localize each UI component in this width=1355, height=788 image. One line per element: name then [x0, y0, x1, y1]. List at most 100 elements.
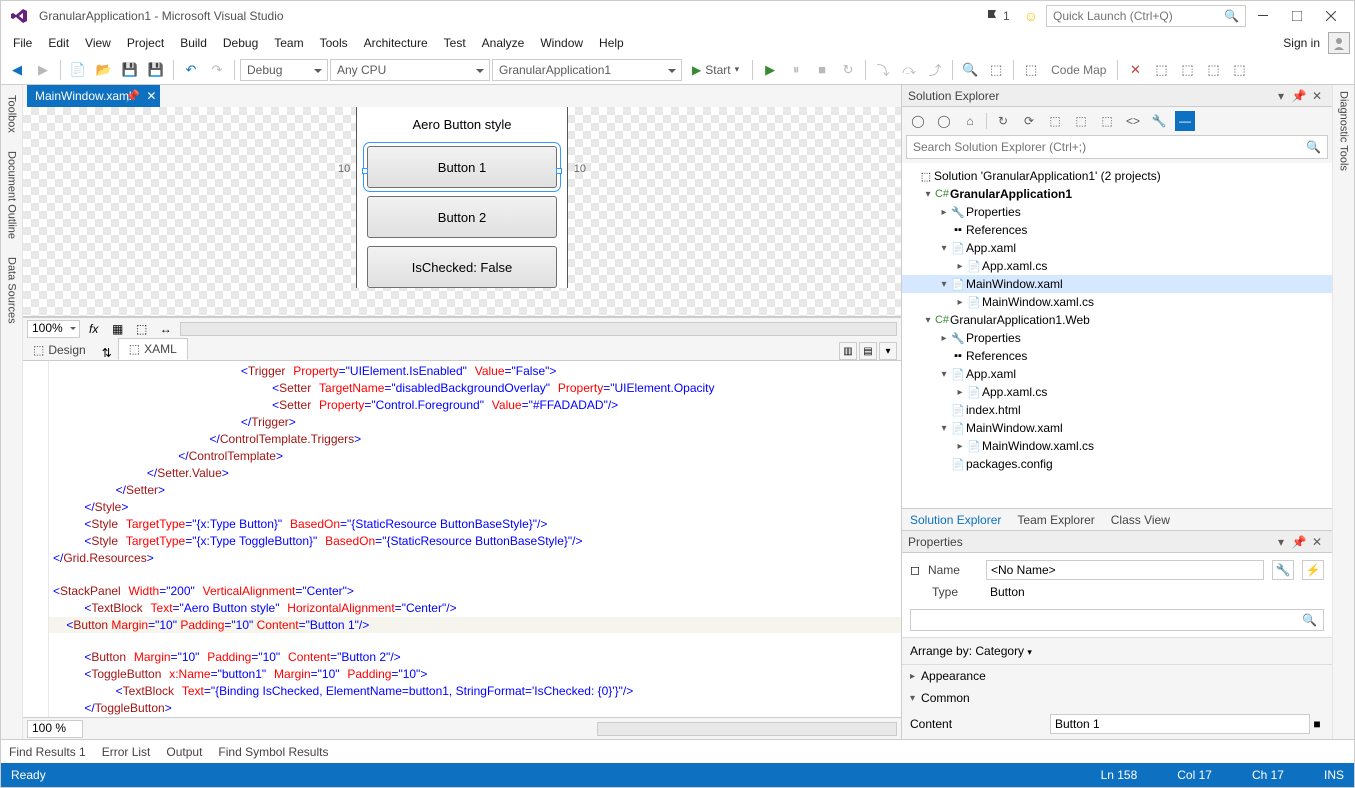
props-pin-button[interactable]: 📌: [1290, 535, 1308, 549]
se-tab-team[interactable]: Team Explorer: [1009, 510, 1102, 530]
props-close-button[interactable]: ✕: [1308, 535, 1326, 549]
node-appxamlcs1[interactable]: ▸📄App.xaml.cs: [902, 257, 1332, 275]
events-icon[interactable]: ⚡: [1302, 560, 1324, 580]
se-tab-classview[interactable]: Class View: [1103, 510, 1178, 530]
node-project1[interactable]: ▾C#GranularApplication1: [902, 185, 1332, 203]
restart-button[interactable]: ↻: [836, 58, 860, 82]
avatar-icon[interactable]: [1328, 32, 1350, 54]
split-vertical-button[interactable]: ▥: [839, 342, 857, 360]
se-showall-button[interactable]: ⬚: [1071, 111, 1091, 131]
notification-flag[interactable]: 1: [985, 9, 1010, 23]
node-references2[interactable]: ▪▪References: [902, 347, 1332, 365]
start-without-debug-button[interactable]: ▶: [758, 58, 782, 82]
designer-zoom-combo[interactable]: 100%: [27, 320, 80, 338]
arrange-by[interactable]: Arrange by: Category ▾: [902, 637, 1332, 665]
quick-launch-input[interactable]: [1053, 9, 1224, 23]
startup-project-combo[interactable]: GranularApplication1: [492, 59, 682, 81]
properties-search-input[interactable]: [917, 613, 1302, 627]
se-code-button[interactable]: <>: [1123, 111, 1143, 131]
diagnostic-tools-tab[interactable]: Diagnostic Tools: [1338, 91, 1350, 171]
xaml-editor[interactable]: <Trigger Property="UIElement.IsEnabled" …: [23, 361, 901, 717]
menu-project[interactable]: Project: [119, 34, 172, 52]
node-references1[interactable]: ▪▪References: [902, 221, 1332, 239]
se-tab-solution[interactable]: Solution Explorer: [902, 510, 1009, 530]
pin-pane-button[interactable]: 📌: [1290, 89, 1308, 103]
find-in-files-button[interactable]: 🔍: [958, 58, 982, 82]
tab-find-results[interactable]: Find Results 1: [9, 745, 86, 759]
collapse-pane-button[interactable]: ▾: [879, 342, 897, 360]
document-outline-tab[interactable]: Document Outline: [4, 147, 20, 243]
pane-menu-button[interactable]: ▾: [1272, 89, 1290, 103]
se-collapse-button[interactable]: ⬚: [1045, 111, 1065, 131]
platform-combo[interactable]: Any CPU: [330, 59, 490, 81]
codemap-icon[interactable]: ⬚: [1019, 58, 1043, 82]
node-properties1[interactable]: ▸🔧Properties: [902, 203, 1332, 221]
tab-find-symbol[interactable]: Find Symbol Results: [218, 745, 328, 759]
step-into-button[interactable]: ⤵: [871, 58, 895, 82]
node-mainxamlcs2[interactable]: ▸📄MainWindow.xaml.cs: [902, 437, 1332, 455]
menu-edit[interactable]: Edit: [40, 34, 77, 52]
swap-panes-button[interactable]: ⇅: [96, 346, 118, 360]
split-horizontal-button[interactable]: ▤: [859, 342, 877, 360]
data-sources-tab[interactable]: Data Sources: [4, 253, 20, 328]
snaplines-toggle[interactable]: ↔: [156, 320, 176, 338]
close-pane-button[interactable]: ✕: [1308, 89, 1326, 103]
code-scrollbar[interactable]: [597, 722, 897, 736]
properties-search[interactable]: 🔍: [910, 609, 1324, 631]
menu-file[interactable]: File: [5, 34, 40, 52]
tool-icon-2[interactable]: ⬚: [1149, 58, 1173, 82]
property-marker-icon[interactable]: ■: [1310, 717, 1324, 731]
name-input[interactable]: [986, 560, 1264, 580]
menu-build[interactable]: Build: [172, 34, 215, 52]
open-file-button[interactable]: 📂: [92, 58, 116, 82]
new-project-button[interactable]: 📄: [66, 58, 90, 82]
wrench-icon[interactable]: 🔧: [1272, 560, 1294, 580]
nav-back-button[interactable]: ◀: [5, 58, 29, 82]
undo-button[interactable]: ↶: [179, 58, 203, 82]
node-mainxaml2[interactable]: ▾📄MainWindow.xaml: [902, 419, 1332, 437]
codemap-label[interactable]: Code Map: [1045, 63, 1112, 77]
step-out-button[interactable]: ⤴: [923, 58, 947, 82]
category-common[interactable]: ▾Common: [902, 687, 1332, 709]
preview-button-2[interactable]: Button 2: [367, 196, 557, 238]
se-home-button[interactable]: ⌂: [960, 111, 980, 131]
node-packages[interactable]: 📄packages.config: [902, 455, 1332, 473]
toolbox-tab[interactable]: Toolbox: [4, 91, 20, 137]
se-back-button[interactable]: ◯: [908, 111, 928, 131]
solution-explorer-search[interactable]: 🔍: [906, 135, 1328, 159]
menu-team[interactable]: Team: [266, 34, 311, 52]
tool-icon-3[interactable]: ⬚: [1175, 58, 1199, 82]
preview-button-3[interactable]: IsChecked: False: [367, 246, 557, 288]
node-mainxamlcs1[interactable]: ▸📄MainWindow.xaml.cs: [902, 293, 1332, 311]
tab-output[interactable]: Output: [166, 745, 202, 759]
node-appxaml2[interactable]: ▾📄App.xaml: [902, 365, 1332, 383]
save-all-button[interactable]: 💾: [144, 58, 168, 82]
pause-button[interactable]: ⏸: [784, 58, 808, 82]
node-project2[interactable]: ▾C#GranularApplication1.Web: [902, 311, 1332, 329]
maximize-button[interactable]: [1280, 5, 1314, 27]
quick-launch[interactable]: 🔍: [1046, 5, 1246, 27]
preview-button-1[interactable]: Button 1: [367, 146, 557, 188]
close-icon[interactable]: ✕: [146, 89, 156, 103]
toggle-bookmark-button[interactable]: ⬚: [984, 58, 1008, 82]
document-tab-mainwindow[interactable]: MainWindow.xaml* 📌 ✕: [27, 85, 160, 107]
solution-tree[interactable]: ⬚Solution 'GranularApplication1' (2 proj…: [902, 163, 1332, 508]
se-selected-button[interactable]: —: [1175, 111, 1195, 131]
node-solution[interactable]: ⬚Solution 'GranularApplication1' (2 proj…: [902, 167, 1332, 185]
category-appearance[interactable]: ▸Appearance: [902, 665, 1332, 687]
xaml-tab[interactable]: ⬚ XAML: [118, 338, 188, 360]
tool-icon-5[interactable]: ⬚: [1227, 58, 1251, 82]
resize-handle-left[interactable]: [362, 168, 368, 174]
se-sync-button[interactable]: ↻: [993, 111, 1013, 131]
tab-error-list[interactable]: Error List: [102, 745, 151, 759]
config-combo[interactable]: Debug: [240, 59, 328, 81]
tool-icon-4[interactable]: ⬚: [1201, 58, 1225, 82]
se-forward-button[interactable]: ◯: [934, 111, 954, 131]
resize-handle-right[interactable]: [556, 168, 562, 174]
code-zoom-combo[interactable]: 100 %: [27, 720, 83, 738]
menu-architecture[interactable]: Architecture: [356, 34, 436, 52]
save-button[interactable]: 💾: [118, 58, 142, 82]
grid-toggle[interactable]: ▦: [108, 320, 128, 338]
design-tab[interactable]: ⬚ Design: [23, 340, 96, 360]
design-canvas[interactable]: Aero Button style Button 1 Button 2 IsCh…: [23, 107, 901, 316]
